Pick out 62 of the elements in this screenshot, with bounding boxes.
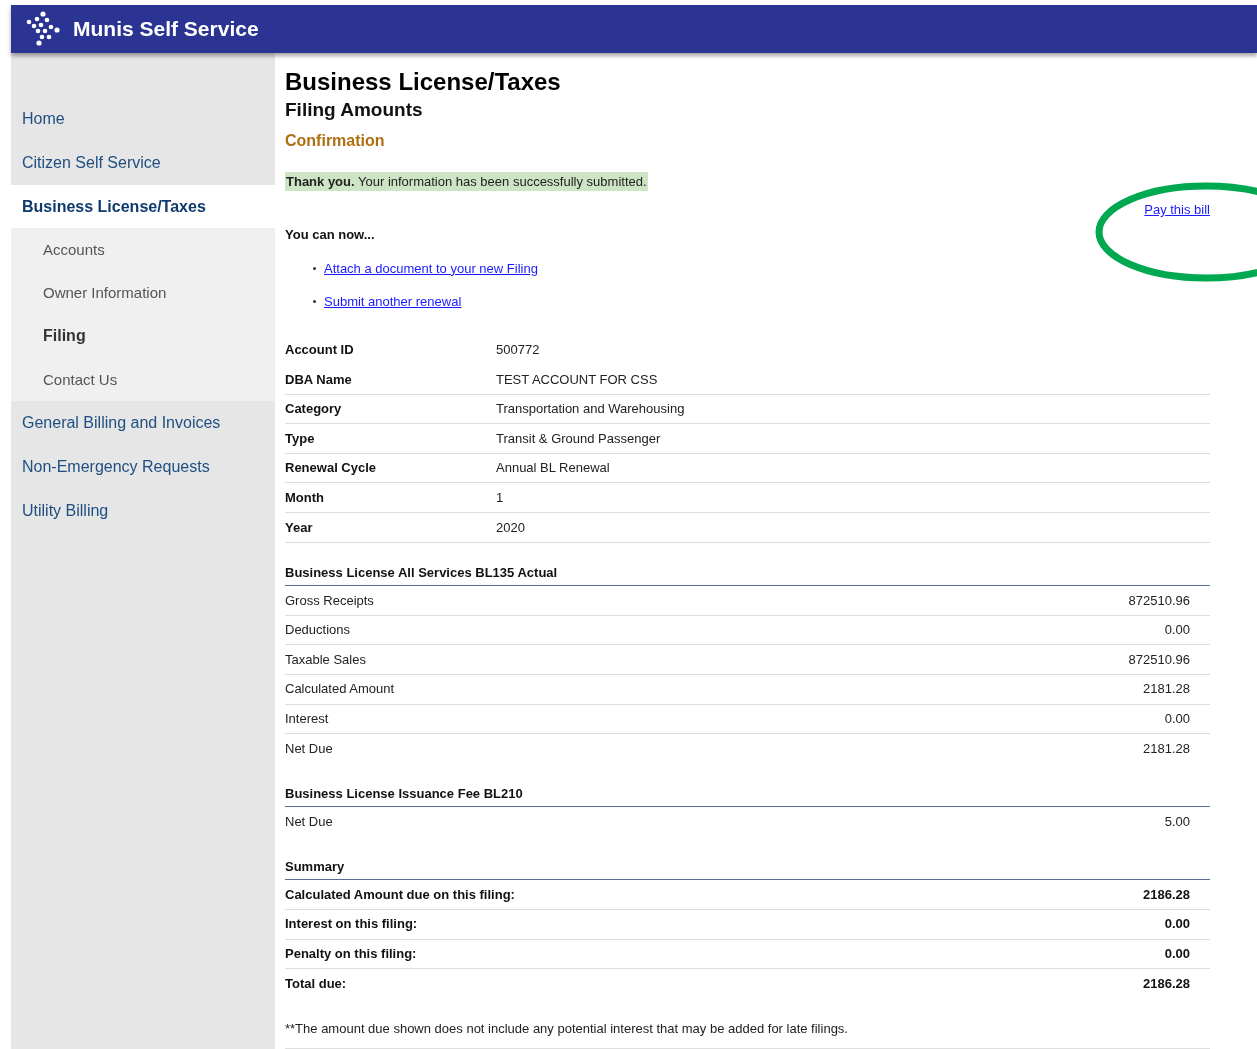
field-label: Renewal Cycle bbox=[285, 459, 378, 478]
section-heading: Business License Issuance Fee BL210 bbox=[285, 783, 1210, 808]
row-label: Deductions bbox=[285, 621, 351, 640]
row-value: 2181.28 bbox=[1143, 680, 1190, 699]
page-subtitle: Filing Amounts bbox=[285, 98, 424, 122]
nav-link[interactable]: General Billing and Invoices bbox=[11, 401, 275, 445]
row-value: 2186.28 bbox=[1143, 975, 1190, 994]
nav-link[interactable]: Business License/Taxes bbox=[11, 185, 275, 228]
subnav-link[interactable]: Filing bbox=[11, 314, 275, 358]
bullet-icon bbox=[313, 266, 316, 270]
field-label: Account ID bbox=[285, 341, 355, 360]
section-heading: Summary bbox=[285, 856, 1210, 881]
pay-bill-link[interactable]: Pay this bill bbox=[1144, 200, 1210, 220]
field-label: DBA Name bbox=[285, 370, 353, 389]
row-value: 872510.96 bbox=[1128, 650, 1190, 669]
subnav-link[interactable]: Accounts bbox=[11, 228, 275, 271]
field-value: 1 bbox=[496, 489, 504, 507]
row-label: Net Due bbox=[285, 813, 333, 832]
row-label: Calculated Amount due on this filing: bbox=[285, 885, 515, 904]
nav-link[interactable]: Home bbox=[11, 97, 275, 141]
subnav-link[interactable]: Owner Information bbox=[11, 271, 275, 314]
row-label: Taxable Sales bbox=[285, 650, 366, 669]
action-link[interactable]: Attach a document to your new Filing bbox=[324, 258, 538, 278]
footnote: **The amount due shown does not include any potential interest that may be added for late filings. bbox=[285, 1019, 849, 1038]
field-label: Year bbox=[285, 518, 314, 537]
step-heading: Confirmation bbox=[285, 131, 386, 151]
row-value: 2186.28 bbox=[1143, 885, 1190, 904]
success-message: Thank you. Your information has been successfully submitted. bbox=[285, 172, 648, 191]
field-value: 500772 bbox=[496, 341, 540, 360]
page-title: Business License/Taxes bbox=[285, 67, 562, 97]
nav-link[interactable]: Non-Emergency Requests bbox=[11, 445, 275, 489]
row-value: 2181.28 bbox=[1143, 740, 1190, 759]
nav-link[interactable]: Utility Billing bbox=[11, 489, 275, 533]
action-link[interactable]: Submit another renewal bbox=[324, 292, 462, 312]
row-value: 0.00 bbox=[1164, 710, 1190, 729]
section-heading: You can now... bbox=[285, 226, 376, 244]
field-value: Transit & Ground Passenger bbox=[496, 429, 661, 448]
section-heading: Business License All Services BL135 Actual bbox=[285, 562, 1210, 587]
bullet-icon bbox=[313, 300, 316, 304]
field-label: Month bbox=[285, 489, 325, 507]
field-label: Type bbox=[285, 429, 316, 448]
field-value: Transportation and Warehousing bbox=[496, 400, 685, 419]
row-label: Total due: bbox=[285, 975, 347, 994]
row-value: 5.00 bbox=[1164, 813, 1190, 832]
row-label: Interest bbox=[285, 710, 329, 729]
row-label: Interest on this filing: bbox=[285, 915, 418, 934]
field-value: TEST ACCOUNT FOR CSS bbox=[496, 370, 658, 389]
row-label: Calculated Amount bbox=[285, 680, 395, 699]
subnav-link[interactable]: Contact Us bbox=[11, 358, 275, 401]
field-value: Annual BL Renewal bbox=[496, 459, 610, 478]
row-label: Net Due bbox=[285, 740, 333, 759]
nav-link[interactable]: Citizen Self Service bbox=[11, 141, 275, 185]
row-value: 0.00 bbox=[1164, 915, 1190, 934]
row-label: Gross Receipts bbox=[285, 591, 374, 610]
logo-icon bbox=[25, 10, 61, 48]
row-value: 0.00 bbox=[1164, 945, 1190, 964]
field-label: Category bbox=[285, 400, 343, 419]
row-label: Penalty on this filing: bbox=[285, 945, 417, 964]
field-value: 2020 bbox=[496, 518, 525, 537]
app-title: Munis Self Service bbox=[73, 16, 259, 43]
row-value: 872510.96 bbox=[1128, 591, 1190, 610]
row-value: 0.00 bbox=[1164, 621, 1190, 640]
